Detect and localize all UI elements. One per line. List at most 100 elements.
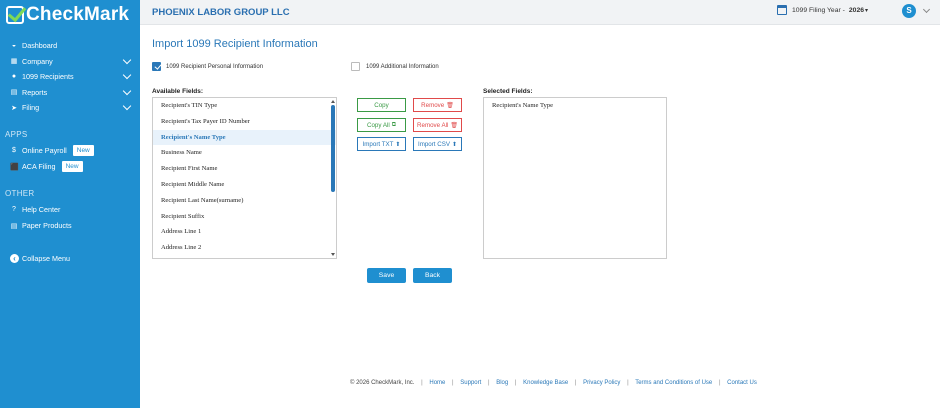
sidebar-item-label: Filing <box>22 103 40 113</box>
selected-fields-label: Selected Fields: <box>483 88 533 95</box>
company-name: PHOENIX LABOR GROUP LLC <box>152 7 290 18</box>
dollar-icon: $ <box>12 147 16 154</box>
list-item[interactable]: Recipient's Name Type <box>153 129 336 146</box>
list-item[interactable]: Address Line 1 <box>153 224 336 240</box>
remove-button[interactable]: Remove 🗑 <box>413 98 462 112</box>
footer-link-knowledge-base[interactable]: Knowledge Base <box>523 380 568 386</box>
copy-button[interactable]: Copy <box>357 98 406 112</box>
trash-icon: 🗑 <box>450 122 458 129</box>
chevron-down-icon <box>122 101 132 111</box>
save-button-label: Save <box>378 272 395 279</box>
footer: © 2026 CheckMark, Inc. | Home | Support … <box>350 380 757 386</box>
sidebar: CheckMark ◒ Dashboard ▦ Company ● 1099 R… <box>0 0 140 408</box>
remove-all-button-label: Remove All <box>417 121 449 129</box>
sidebar-item-reports[interactable]: ▤ Reports <box>0 85 140 101</box>
scroll-down-icon[interactable] <box>331 253 335 256</box>
sidebar-item-help-center[interactable]: ? Help Center <box>0 202 140 218</box>
calendar-icon <box>777 5 787 15</box>
list-item[interactable]: Recipient Middle Name <box>153 177 336 193</box>
sidebar-item-label: Reports <box>22 87 48 97</box>
import-txt-button[interactable]: Import TXT ⬆ <box>357 137 406 151</box>
list-item[interactable]: Recipient's Tax Payer ID Number <box>153 114 336 130</box>
copy-all-button-label: Copy All <box>367 121 390 129</box>
caret-down-icon: ▾ <box>865 7 869 14</box>
list-item[interactable]: Recipient Last Name(surname) <box>153 193 336 209</box>
chevron-down-icon[interactable] <box>922 5 931 14</box>
avatar[interactable]: S <box>902 4 916 18</box>
personal-info-checkbox[interactable] <box>152 62 161 71</box>
sidebar-item-1099-recipients[interactable]: ● 1099 Recipients <box>0 69 140 85</box>
personal-info-label: 1099 Recipient Personal Information <box>166 64 264 70</box>
dashboard-icon: ◒ <box>11 42 17 50</box>
chevron-down-icon <box>122 55 132 64</box>
building-icon: ▦ <box>10 58 18 66</box>
list-scrollbar[interactable] <box>331 100 335 256</box>
sidebar-item-online-payroll[interactable]: $ Online Payroll New <box>0 143 140 159</box>
collapse-icon: ‹ <box>10 253 19 263</box>
collapse-menu-label: Collapse Menu <box>22 253 70 263</box>
list-item[interactable]: Recipient Suffix <box>153 209 336 225</box>
scroll-up-icon[interactable] <box>331 100 335 103</box>
footer-link-support[interactable]: Support <box>460 380 481 386</box>
copy-icon: ⧉ <box>391 121 396 128</box>
help-icon: ? <box>12 206 16 213</box>
checkmark-logo[interactable]: CheckMark <box>0 0 140 30</box>
scroll-thumb[interactable] <box>331 105 335 192</box>
apps-heading: APPS <box>5 129 28 139</box>
available-fields-list[interactable]: Recipient's TIN Type Recipient's Tax Pay… <box>152 97 337 259</box>
footer-link-terms[interactable]: Terms and Conditions of Use <box>635 380 712 386</box>
footer-link-contact[interactable]: Contact Us <box>727 380 757 386</box>
save-button[interactable]: Save <box>367 268 406 283</box>
new-badge: New <box>72 145 94 156</box>
sidebar-item-aca-filing[interactable]: ⬛ ACA Filing New <box>0 159 140 175</box>
chevron-down-icon <box>122 70 132 80</box>
remove-all-button[interactable]: Remove All 🗑 <box>413 118 462 132</box>
upload-icon: ⬆ <box>395 141 401 148</box>
filing-year-selector[interactable]: 1099 Filing Year - 2026 ▾ <box>777 5 868 15</box>
checkmark-logo-icon <box>6 6 24 24</box>
sidebar-item-label: Paper Products <box>22 221 72 230</box>
list-item[interactable]: Recipient's TIN Type <box>153 98 336 114</box>
copyright: © 2026 CheckMark, Inc. <box>350 380 415 386</box>
shield-icon: ⬛ <box>10 163 19 171</box>
selected-fields-list[interactable]: Recipient's Name Type <box>483 97 667 259</box>
sidebar-item-label: Help Center <box>22 205 61 214</box>
filing-year-value: 2026 <box>848 6 865 14</box>
list-item[interactable]: Address Line 2 <box>153 240 336 256</box>
back-button[interactable]: Back <box>413 268 452 283</box>
footer-link-home[interactable]: Home <box>429 380 445 386</box>
sidebar-item-company[interactable]: ▦ Company <box>0 54 140 70</box>
send-icon: ➤ <box>11 104 17 112</box>
sidebar-item-filing[interactable]: ➤ Filing <box>0 100 140 116</box>
sidebar-item-paper-products[interactable]: ▤ Paper Products <box>0 218 140 234</box>
list-item[interactable]: Recipient's Name Type <box>484 98 666 114</box>
user-icon: ● <box>11 73 17 81</box>
footer-link-privacy[interactable]: Privacy Policy <box>583 380 620 386</box>
list-item[interactable]: Recipient First Name <box>153 161 336 177</box>
additional-info-checkbox[interactable] <box>351 62 360 71</box>
import-csv-button[interactable]: Import CSV ⬆ <box>413 137 462 151</box>
paper-icon: ▤ <box>10 222 18 230</box>
filing-year-label: 1099 Filing Year - <box>792 6 845 14</box>
collapse-menu-button[interactable]: ‹ Collapse Menu <box>0 253 140 263</box>
sidebar-item-label: Company <box>22 56 53 66</box>
chevron-down-icon <box>122 86 132 95</box>
import-txt-button-label: Import TXT <box>362 140 394 148</box>
footer-link-blog[interactable]: Blog <box>496 380 508 386</box>
additional-info-label: 1099 Additional Information <box>366 64 439 70</box>
import-csv-button-label: Import CSV <box>417 140 450 148</box>
sidebar-item-dashboard[interactable]: ◒ Dashboard <box>0 38 140 54</box>
back-button-label: Back <box>424 272 441 279</box>
remove-button-label: Remove <box>421 101 445 109</box>
copy-button-label: Copy <box>374 101 389 109</box>
document-icon: ▤ <box>10 89 18 97</box>
other-heading: OTHER <box>5 188 35 198</box>
copy-all-button[interactable]: Copy All ⧉ <box>357 118 406 132</box>
logo-text: CheckMark <box>26 4 130 25</box>
sidebar-item-label: Dashboard <box>22 41 58 51</box>
sidebar-item-label: ACA Filing <box>22 162 56 171</box>
page-title: Import 1099 Recipient Information <box>152 38 318 50</box>
new-badge: New <box>61 161 83 172</box>
sidebar-item-label: 1099 Recipients <box>22 72 74 82</box>
list-item[interactable]: Business Name <box>153 145 336 161</box>
